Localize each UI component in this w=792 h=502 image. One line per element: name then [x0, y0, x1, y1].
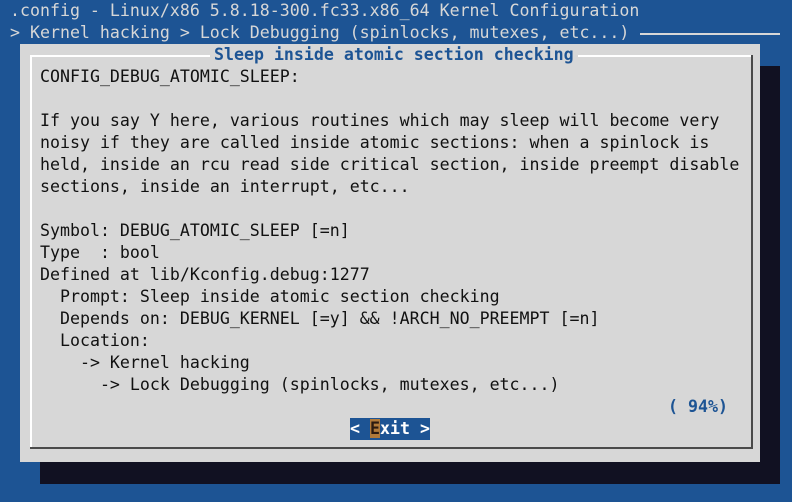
dialog-title: Sleep inside atomic section checking: [210, 44, 578, 66]
exit-hotkey: E: [369, 419, 380, 438]
dialog-frame-top: [575, 55, 753, 57]
dialog-frame-right: [751, 55, 753, 449]
exit-button-label: xit: [379, 419, 410, 438]
scroll-percent-indicator: ( 94%): [668, 397, 728, 416]
help-dialog: Sleep inside atomic section checking CON…: [20, 44, 760, 462]
exit-button[interactable]: < Exit >: [350, 418, 430, 440]
help-text[interactable]: CONFIG_DEBUG_ATOMIC_SLEEP: If you say Y …: [40, 66, 739, 396]
exit-button-suffix: >: [409, 419, 430, 438]
dialog-frame-left: [30, 55, 32, 449]
window-title: .config - Linux/x86 5.8.18-300.fc33.x86_…: [10, 1, 640, 20]
breadcrumb: > Kernel hacking > Lock Debugging (spinl…: [10, 23, 630, 42]
header-divider: [640, 33, 780, 35]
dialog-frame-top: [30, 55, 220, 57]
exit-button-prefix: <: [350, 419, 370, 438]
dialog-frame-bottom: [30, 447, 753, 449]
